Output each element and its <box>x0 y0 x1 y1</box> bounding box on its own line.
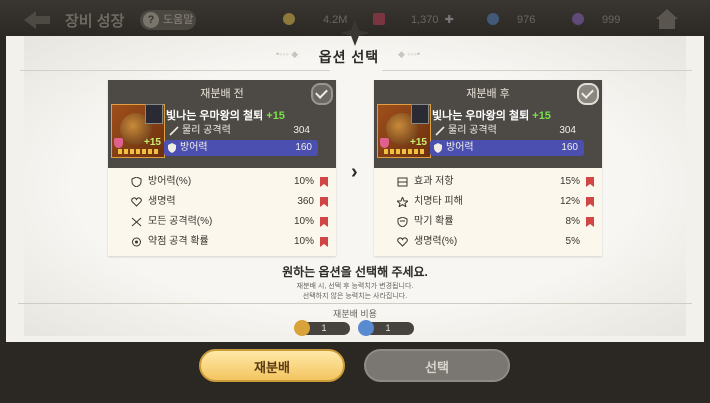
item-name: 빛나는 우마왕의 철퇴 +15 <box>432 110 551 122</box>
gold-coin-icon <box>283 13 295 25</box>
heart-icon <box>131 197 142 207</box>
option-row: 효과 저항 15% <box>396 172 596 192</box>
bottom-bar <box>0 342 710 403</box>
header-line-right <box>382 70 692 71</box>
purple-gem-icon <box>572 13 584 25</box>
target-icon <box>132 237 141 247</box>
shield-icon <box>434 143 442 153</box>
question-icon: ? <box>143 12 159 28</box>
header-line-left <box>20 70 330 71</box>
add-ruby-icon[interactable]: ✚ <box>445 14 454 26</box>
blue-stone-icon <box>358 320 374 336</box>
help-label: 도움말 <box>163 14 194 26</box>
option-row: 모든 공격력(%) 10% <box>130 212 330 232</box>
currency-purple-gem: 999 <box>572 13 620 26</box>
select-button[interactable]: 선택 <box>364 349 510 382</box>
star-rating <box>118 149 158 154</box>
grade-shield-icon <box>114 138 123 148</box>
option-row: 생명력(%) 5% <box>396 232 596 252</box>
lock-marker-icon[interactable] <box>320 197 328 207</box>
prompt-text: 원하는 옵션을 선택해 주세요. <box>282 265 428 279</box>
header-dots-left: •◦◦◦ ◆ <box>276 49 299 59</box>
block-icon <box>397 217 408 227</box>
stat-row: 물리 공격력 304 <box>166 123 316 139</box>
option-row: 막기 확률 8% <box>396 212 596 232</box>
hero-portrait-icon <box>411 104 429 124</box>
prompt-line-1: 재분배 시, 선택 후 능력치가 변경됩니다. <box>296 283 414 290</box>
arrow-right-icon: › <box>351 161 358 183</box>
cost-gold: 1 <box>294 320 350 336</box>
screen-title: 장비 성장 <box>65 13 125 30</box>
option-row: 약점 공격 확률 10% <box>130 232 330 252</box>
lock-marker-icon[interactable] <box>586 177 594 187</box>
sword-icon <box>435 126 445 136</box>
card-after-label: 재분배 후 <box>466 88 510 100</box>
blue-gem-icon <box>487 13 499 25</box>
currency-ruby: 1,370 ✚ <box>373 13 454 26</box>
critical-icon <box>397 197 408 207</box>
grade-shield-icon <box>380 138 389 148</box>
card-before-label: 재분배 전 <box>200 88 244 100</box>
lock-marker-icon[interactable] <box>320 177 328 187</box>
sword-icon <box>169 126 179 136</box>
star-rating <box>384 149 424 154</box>
shield-icon <box>168 143 176 153</box>
card-before[interactable]: 재분배 전 +15 빛나는 우마왕의 철퇴 +15 물리 공격력 304 방어력 1… <box>108 80 336 256</box>
card-after[interactable]: 재분배 후 +15 빛나는 우마왕의 철퇴 +15 물리 공격력 304 방어력 1… <box>374 80 602 256</box>
option-row: 생명력 360 <box>130 192 330 212</box>
option-row: 치명타 피해 12% <box>396 192 596 212</box>
lock-marker-icon[interactable] <box>320 217 328 227</box>
cost-label: 재분배 비용 <box>333 309 377 319</box>
cost-divider <box>18 303 692 304</box>
card-before-checkbox[interactable] <box>311 83 333 105</box>
help-button[interactable]: ? 도움말 <box>140 10 196 30</box>
item-level-badge: +15 <box>410 137 427 148</box>
item-level-badge: +15 <box>144 137 161 148</box>
card-after-checkbox[interactable] <box>577 83 599 105</box>
option-list-after: 효과 저항 15% 치명타 피해 12% 막기 확률 8% 생명력(%) 5% <box>396 172 596 252</box>
home-icon[interactable] <box>655 8 679 30</box>
header: 옵션 선택 <box>0 47 698 67</box>
ruby-icon <box>373 13 385 25</box>
stat-row-highlight: 방어력 160 <box>164 140 318 156</box>
heart-icon <box>397 237 408 247</box>
crossed-swords-icon <box>131 217 142 227</box>
header-title: 옵션 선택 <box>318 49 380 65</box>
header-ornament-icon <box>340 20 370 46</box>
item-name: 빛나는 우마왕의 철퇴 +15 <box>166 110 285 122</box>
lock-marker-icon[interactable] <box>320 237 328 247</box>
back-arrow-icon[interactable] <box>22 9 52 31</box>
armor-icon <box>131 177 142 187</box>
stat-row-highlight: 방어력 160 <box>430 140 584 156</box>
currency-gold: 4.2M <box>283 13 347 26</box>
lock-marker-icon[interactable] <box>586 217 594 227</box>
resist-icon <box>397 177 408 187</box>
stat-row: 물리 공격력 304 <box>432 123 582 139</box>
prompt-line-2: 선택하지 않은 능력치는 사라집니다. <box>302 293 408 300</box>
currency-blue-gem: 976 <box>487 13 535 26</box>
redistribute-button[interactable]: 재분배 <box>199 349 345 382</box>
header-dots-right: ◆ ◦◦◦• <box>398 49 421 59</box>
option-row: 방어력(%) 10% <box>130 172 330 192</box>
option-list-before: 방어력(%) 10% 생명력 360 모든 공격력(%) 10% 약점 공격 확률 10… <box>130 172 330 252</box>
gold-coin-icon <box>294 320 310 336</box>
hero-portrait-icon <box>145 104 163 124</box>
cost-stone: 1 <box>358 320 414 336</box>
lock-marker-icon[interactable] <box>586 197 594 207</box>
